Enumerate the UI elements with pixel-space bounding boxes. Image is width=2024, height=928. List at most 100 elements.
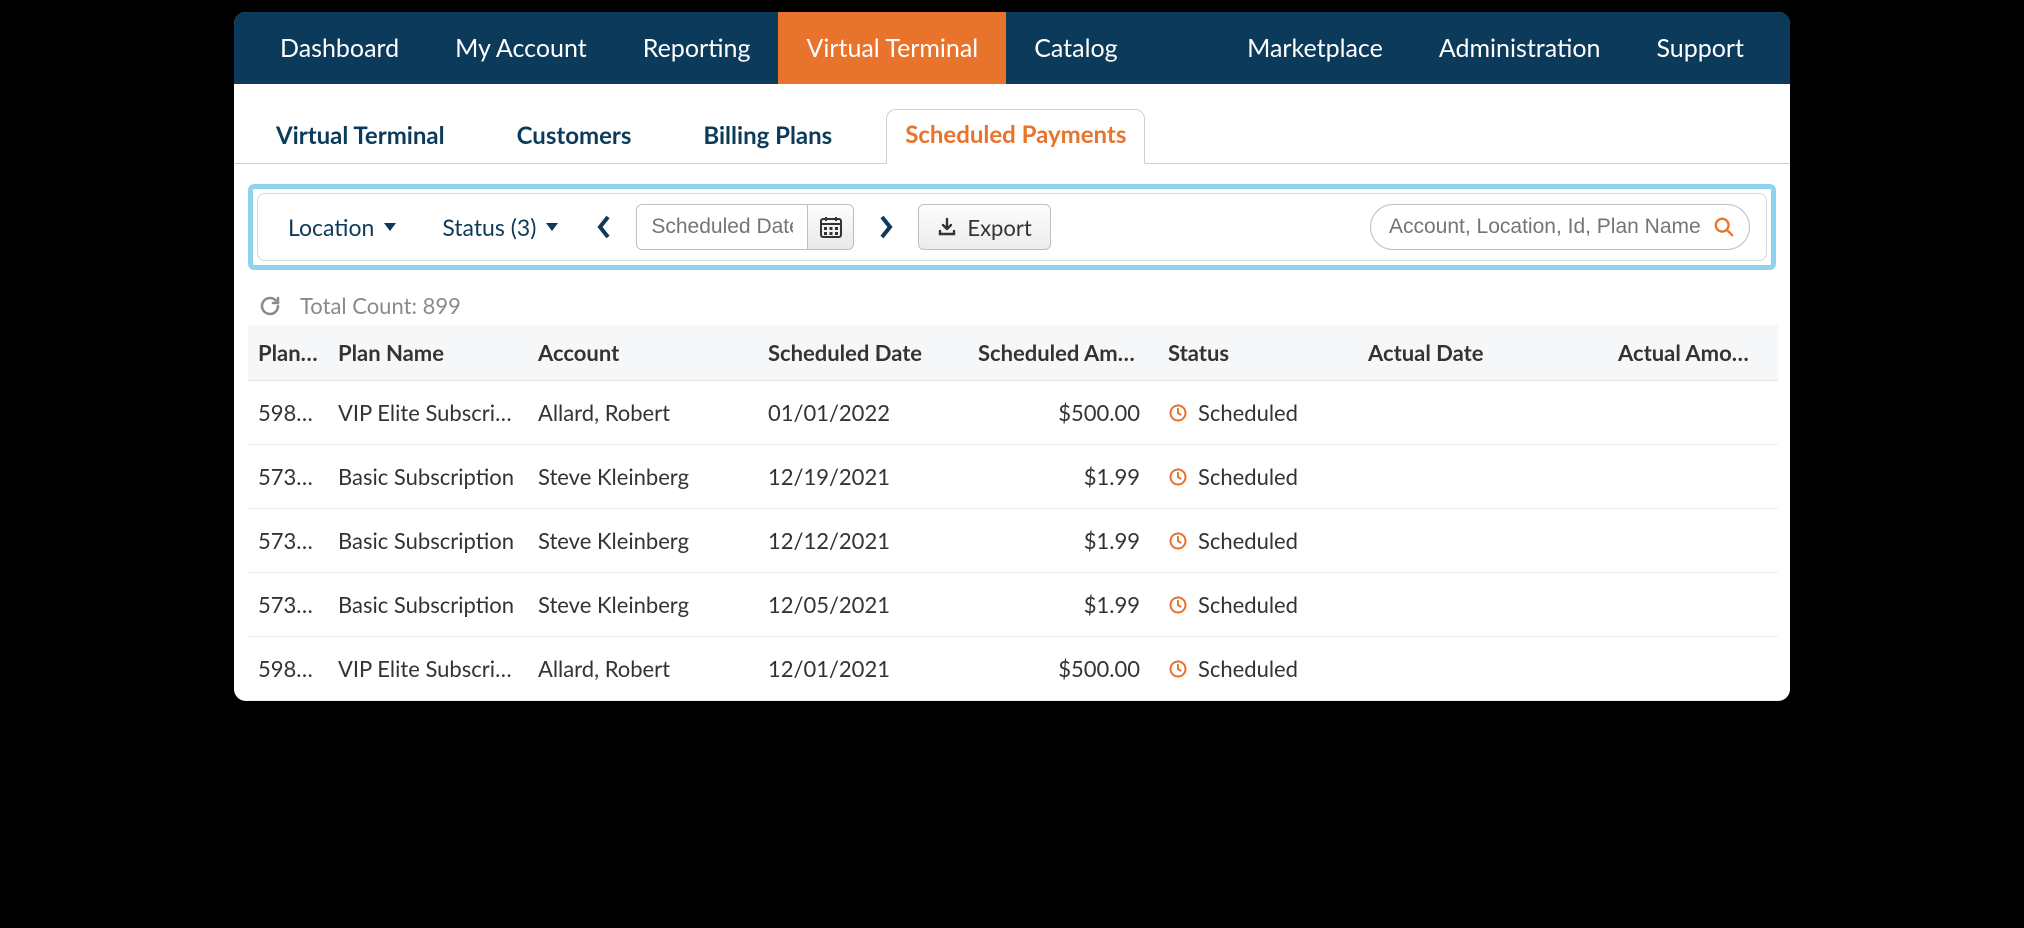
cell-status: Scheduled — [1158, 445, 1358, 509]
cell-actual-amount — [1608, 637, 1778, 701]
refresh-button[interactable] — [258, 294, 282, 318]
cell-status: Scheduled — [1158, 381, 1358, 445]
cell-scheduled-amount: $500.00 — [968, 381, 1158, 445]
cell-actual-amount — [1608, 509, 1778, 573]
cell-status: Scheduled — [1158, 637, 1358, 701]
cell-scheduled-date: 12/05/2021 — [758, 573, 968, 637]
search-box — [1370, 204, 1750, 250]
nav-reporting[interactable]: Reporting — [615, 12, 779, 84]
col-actual-amount[interactable]: Actual Amount — [1608, 325, 1778, 381]
cell-plan-name: VIP Elite Subscripti… — [328, 381, 528, 445]
cell-plan-name: Basic Subscription — [328, 573, 528, 637]
cell-account: Steve Kleinberg — [528, 573, 758, 637]
cell-scheduled-amount: $1.99 — [968, 445, 1158, 509]
table-header-row: Plan Id Plan Name Account Scheduled Date… — [248, 325, 1778, 381]
export-button-label: Export — [967, 214, 1031, 241]
cell-actual-date — [1358, 573, 1608, 637]
cell-scheduled-date: 12/01/2021 — [758, 637, 968, 701]
cell-actual-date — [1358, 381, 1608, 445]
cell-actual-date — [1358, 509, 1608, 573]
cell-actual-amount — [1608, 573, 1778, 637]
nav-spacer — [1146, 12, 1220, 84]
col-plan-name[interactable]: Plan Name — [328, 325, 528, 381]
scheduled-date-field-group — [636, 204, 854, 250]
status-dropdown-label: Status (3) — [442, 213, 536, 241]
date-next-button[interactable] — [872, 215, 900, 239]
table-row[interactable]: 5733…Basic SubscriptionSteve Kleinberg12… — [248, 509, 1778, 573]
nav-dashboard[interactable]: Dashboard — [252, 12, 427, 84]
cell-scheduled-amount: $500.00 — [968, 637, 1158, 701]
tab-scheduled-payments[interactable]: Scheduled Payments — [886, 109, 1145, 164]
nav-virtual-terminal[interactable]: Virtual Terminal — [778, 12, 1006, 84]
cell-actual-date — [1358, 445, 1608, 509]
cell-plan-id[interactable]: 5733… — [248, 573, 328, 637]
chevron-left-icon — [596, 215, 612, 239]
cell-actual-date — [1358, 637, 1608, 701]
app-window: Dashboard My Account Reporting Virtual T… — [232, 10, 1792, 703]
col-status[interactable]: Status — [1158, 325, 1358, 381]
date-prev-button[interactable] — [590, 215, 618, 239]
cell-account: Steve Kleinberg — [528, 445, 758, 509]
clock-icon — [1168, 595, 1188, 615]
tab-billing-plans[interactable]: Billing Plans — [685, 111, 850, 164]
chevron-down-icon — [546, 223, 558, 231]
tab-virtual-terminal[interactable]: Virtual Terminal — [258, 111, 463, 164]
location-dropdown[interactable]: Location — [274, 209, 410, 245]
col-plan-id[interactable]: Plan Id — [248, 325, 328, 381]
cell-actual-amount — [1608, 445, 1778, 509]
table-row[interactable]: 5733…Basic SubscriptionSteve Kleinberg12… — [248, 445, 1778, 509]
count-bar: Total Count: 899 — [234, 278, 1790, 325]
chevron-down-icon — [384, 223, 396, 231]
cell-plan-name: Basic Subscription — [328, 445, 528, 509]
table-row[interactable]: 5986…VIP Elite Subscripti…Allard, Robert… — [248, 381, 1778, 445]
status-dropdown[interactable]: Status (3) — [428, 209, 572, 245]
location-dropdown-label: Location — [288, 213, 374, 241]
cell-scheduled-amount: $1.99 — [968, 573, 1158, 637]
export-button[interactable]: Export — [918, 204, 1050, 250]
refresh-icon — [258, 294, 282, 318]
nav-catalog[interactable]: Catalog — [1006, 12, 1145, 84]
col-scheduled-amount[interactable]: Scheduled Amount — [968, 325, 1158, 381]
cell-plan-id[interactable]: 5733… — [248, 445, 328, 509]
col-account[interactable]: Account — [528, 325, 758, 381]
filter-bar-highlight: Location Status (3) — [248, 184, 1776, 270]
cell-status: Scheduled — [1158, 509, 1358, 573]
col-actual-date[interactable]: Actual Date — [1358, 325, 1608, 381]
clock-icon — [1168, 467, 1188, 487]
nav-administration[interactable]: Administration — [1411, 12, 1629, 84]
cell-plan-id[interactable]: 5986… — [248, 637, 328, 701]
total-count-label: Total Count: 899 — [300, 292, 461, 319]
chevron-right-icon — [878, 215, 894, 239]
top-nav: Dashboard My Account Reporting Virtual T… — [234, 12, 1790, 84]
cell-status: Scheduled — [1158, 573, 1358, 637]
cell-plan-name: VIP Elite Subscripti… — [328, 637, 528, 701]
tab-customers[interactable]: Customers — [499, 111, 650, 164]
nav-support[interactable]: Support — [1628, 12, 1772, 84]
scheduled-date-input[interactable] — [637, 205, 807, 249]
clock-icon — [1168, 659, 1188, 679]
cell-actual-amount — [1608, 381, 1778, 445]
calendar-icon — [819, 215, 843, 239]
cell-account: Allard, Robert — [528, 381, 758, 445]
nav-marketplace[interactable]: Marketplace — [1219, 12, 1411, 84]
cell-scheduled-date: 12/12/2021 — [758, 509, 968, 573]
cell-scheduled-date: 12/19/2021 — [758, 445, 968, 509]
cell-scheduled-amount: $1.99 — [968, 509, 1158, 573]
table-row[interactable]: 5986…VIP Elite Subscripti…Allard, Robert… — [248, 637, 1778, 701]
col-scheduled-date[interactable]: Scheduled Date — [758, 325, 968, 381]
download-icon — [937, 217, 957, 237]
clock-icon — [1168, 531, 1188, 551]
cell-plan-name: Basic Subscription — [328, 509, 528, 573]
calendar-button[interactable] — [807, 205, 853, 249]
table-row[interactable]: 5733…Basic SubscriptionSteve Kleinberg12… — [248, 573, 1778, 637]
cell-plan-id[interactable]: 5986… — [248, 381, 328, 445]
nav-my-account[interactable]: My Account — [427, 12, 615, 84]
cell-account: Steve Kleinberg — [528, 509, 758, 573]
cell-plan-id[interactable]: 5733… — [248, 509, 328, 573]
sub-tabs: Virtual Terminal Customers Billing Plans… — [234, 84, 1790, 164]
search-input[interactable] — [1389, 215, 1713, 239]
clock-icon — [1168, 403, 1188, 423]
cell-scheduled-date: 01/01/2022 — [758, 381, 968, 445]
search-icon — [1713, 216, 1735, 238]
filter-bar: Location Status (3) — [257, 193, 1767, 261]
